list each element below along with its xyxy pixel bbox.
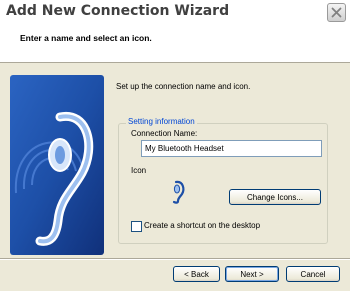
window-title: Add New Connection Wizard	[6, 3, 230, 19]
header-instruction: Enter a name and select an icon.	[20, 33, 152, 43]
icon-label: Icon	[131, 166, 147, 175]
group-legend: Setting information	[126, 117, 197, 126]
connection-name-input[interactable]	[141, 140, 322, 157]
close-icon	[331, 7, 342, 18]
change-icons-button[interactable]: Change Icons...	[229, 189, 321, 205]
headset-illustration	[10, 75, 104, 255]
cancel-button[interactable]: Cancel	[286, 266, 340, 282]
next-button[interactable]: Next >	[225, 266, 279, 282]
back-button[interactable]: < Back	[173, 266, 220, 282]
headset-icon	[172, 180, 185, 204]
wizard-header: Enter a name and select an icon.	[0, 26, 350, 63]
desktop-shortcut-label[interactable]: Create a shortcut on the desktop	[144, 221, 260, 230]
intro-text: Set up the connection name and icon.	[116, 82, 251, 91]
title-bar: Add New Connection Wizard	[0, 0, 350, 27]
desktop-shortcut-checkbox[interactable]	[131, 221, 142, 232]
close-button[interactable]	[327, 3, 346, 22]
footer-divider	[0, 258, 350, 260]
connection-name-label: Connection Name:	[131, 129, 198, 138]
